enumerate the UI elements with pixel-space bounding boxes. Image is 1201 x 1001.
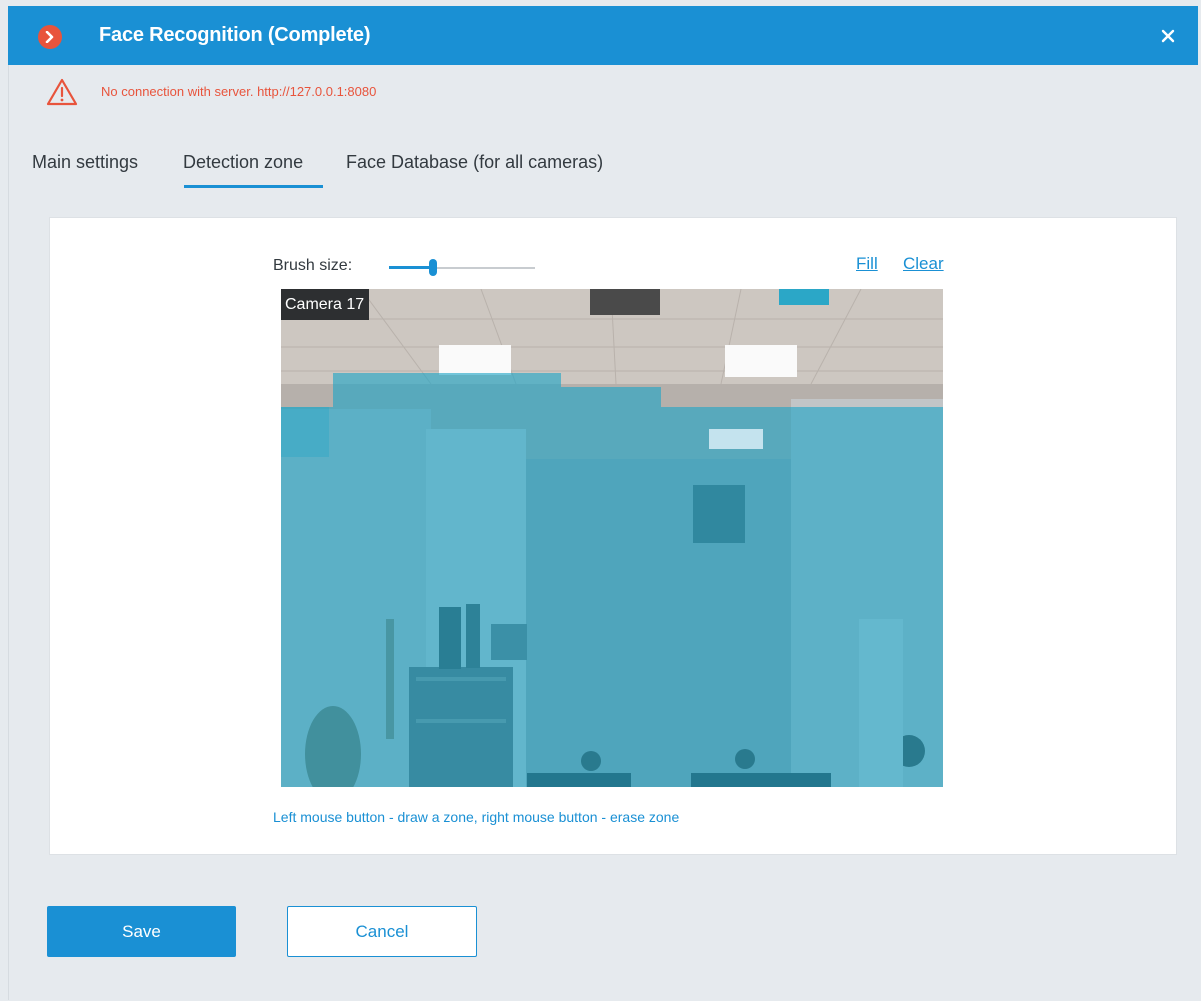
cancel-button[interactable]: Cancel bbox=[287, 906, 477, 957]
slider-fill bbox=[389, 266, 433, 269]
slider-thumb[interactable] bbox=[429, 259, 437, 276]
title-bar[interactable]: Face Recognition (Complete) bbox=[8, 6, 1198, 65]
warning-triangle-icon bbox=[46, 78, 78, 106]
close-icon bbox=[1161, 29, 1175, 43]
camera-video-canvas[interactable]: Camera 17 bbox=[281, 289, 943, 787]
save-button[interactable]: Save bbox=[47, 906, 236, 957]
tab-detection-zone[interactable]: Detection zone bbox=[183, 152, 303, 173]
app-logo-icon bbox=[38, 25, 62, 49]
tab-main-settings[interactable]: Main settings bbox=[32, 152, 138, 173]
camera-frame-image bbox=[281, 289, 943, 787]
connection-error-message: No connection with server. http://127.0.… bbox=[101, 84, 377, 99]
close-button[interactable] bbox=[1154, 22, 1182, 50]
brush-size-label: Brush size: bbox=[273, 257, 353, 274]
clear-link[interactable]: Clear bbox=[903, 254, 944, 274]
brush-size-slider[interactable] bbox=[389, 259, 535, 279]
drawing-hint: Left mouse button - draw a zone, right m… bbox=[273, 809, 680, 825]
camera-name-label: Camera 17 bbox=[281, 289, 370, 320]
active-tab-indicator bbox=[184, 185, 323, 188]
tab-face-database[interactable]: Face Database (for all cameras) bbox=[346, 152, 603, 173]
fill-link[interactable]: Fill bbox=[856, 254, 878, 274]
dialog-title: Face Recognition (Complete) bbox=[99, 24, 371, 46]
